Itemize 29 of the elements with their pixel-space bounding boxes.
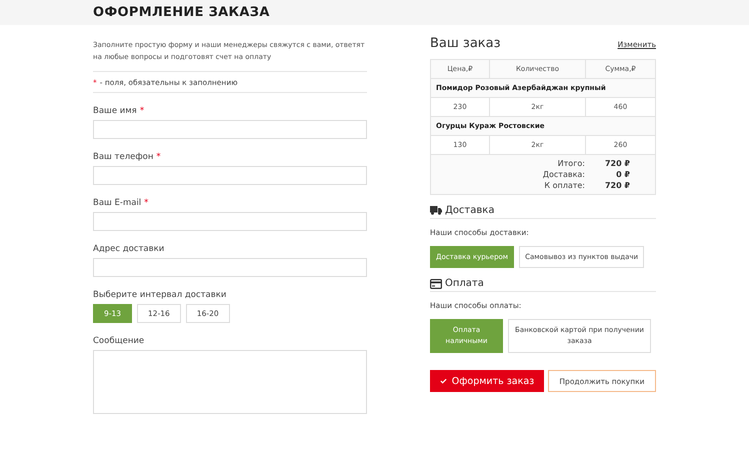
required-mark: * (140, 106, 144, 116)
page-title: ОФОРМЛЕНИЕ ЗАКАЗА (93, 5, 270, 20)
total-value: 0 ₽ (615, 169, 631, 180)
input-field[interactable] (93, 258, 367, 277)
truck-icon (430, 206, 442, 215)
section-title: Оплата (445, 278, 484, 289)
field-label: Адрес доставки (93, 244, 164, 254)
credit-card-icon (430, 278, 442, 288)
input-field[interactable] (93, 212, 367, 231)
total-value: 720 ₽ (604, 158, 631, 169)
order-title: Ваш заказ (430, 36, 501, 51)
field-label: Выберите интервал доставки (93, 290, 226, 300)
check-icon (440, 378, 447, 384)
required-mark: * (156, 152, 161, 162)
required-mark: * (144, 198, 148, 208)
submit-label: Оформить заказ (452, 376, 534, 386)
total-value: 720 ₽ (604, 180, 631, 191)
total-label: Итого: (556, 158, 585, 169)
input-field[interactable] (93, 120, 367, 139)
field-label: Ваш телефон (93, 152, 154, 162)
field-label: Ваше имя (93, 106, 137, 116)
total-label: К оплате: (543, 180, 585, 191)
section-title: Доставка (445, 205, 494, 216)
field-label: Сообщение (93, 336, 144, 346)
input-field[interactable] (93, 166, 367, 185)
message-field[interactable] (93, 350, 367, 414)
total-label: Доставка: (542, 169, 585, 180)
submit-button[interactable]: Оформить заказ (430, 370, 544, 392)
field-label: Ваш E-mail (93, 198, 142, 208)
